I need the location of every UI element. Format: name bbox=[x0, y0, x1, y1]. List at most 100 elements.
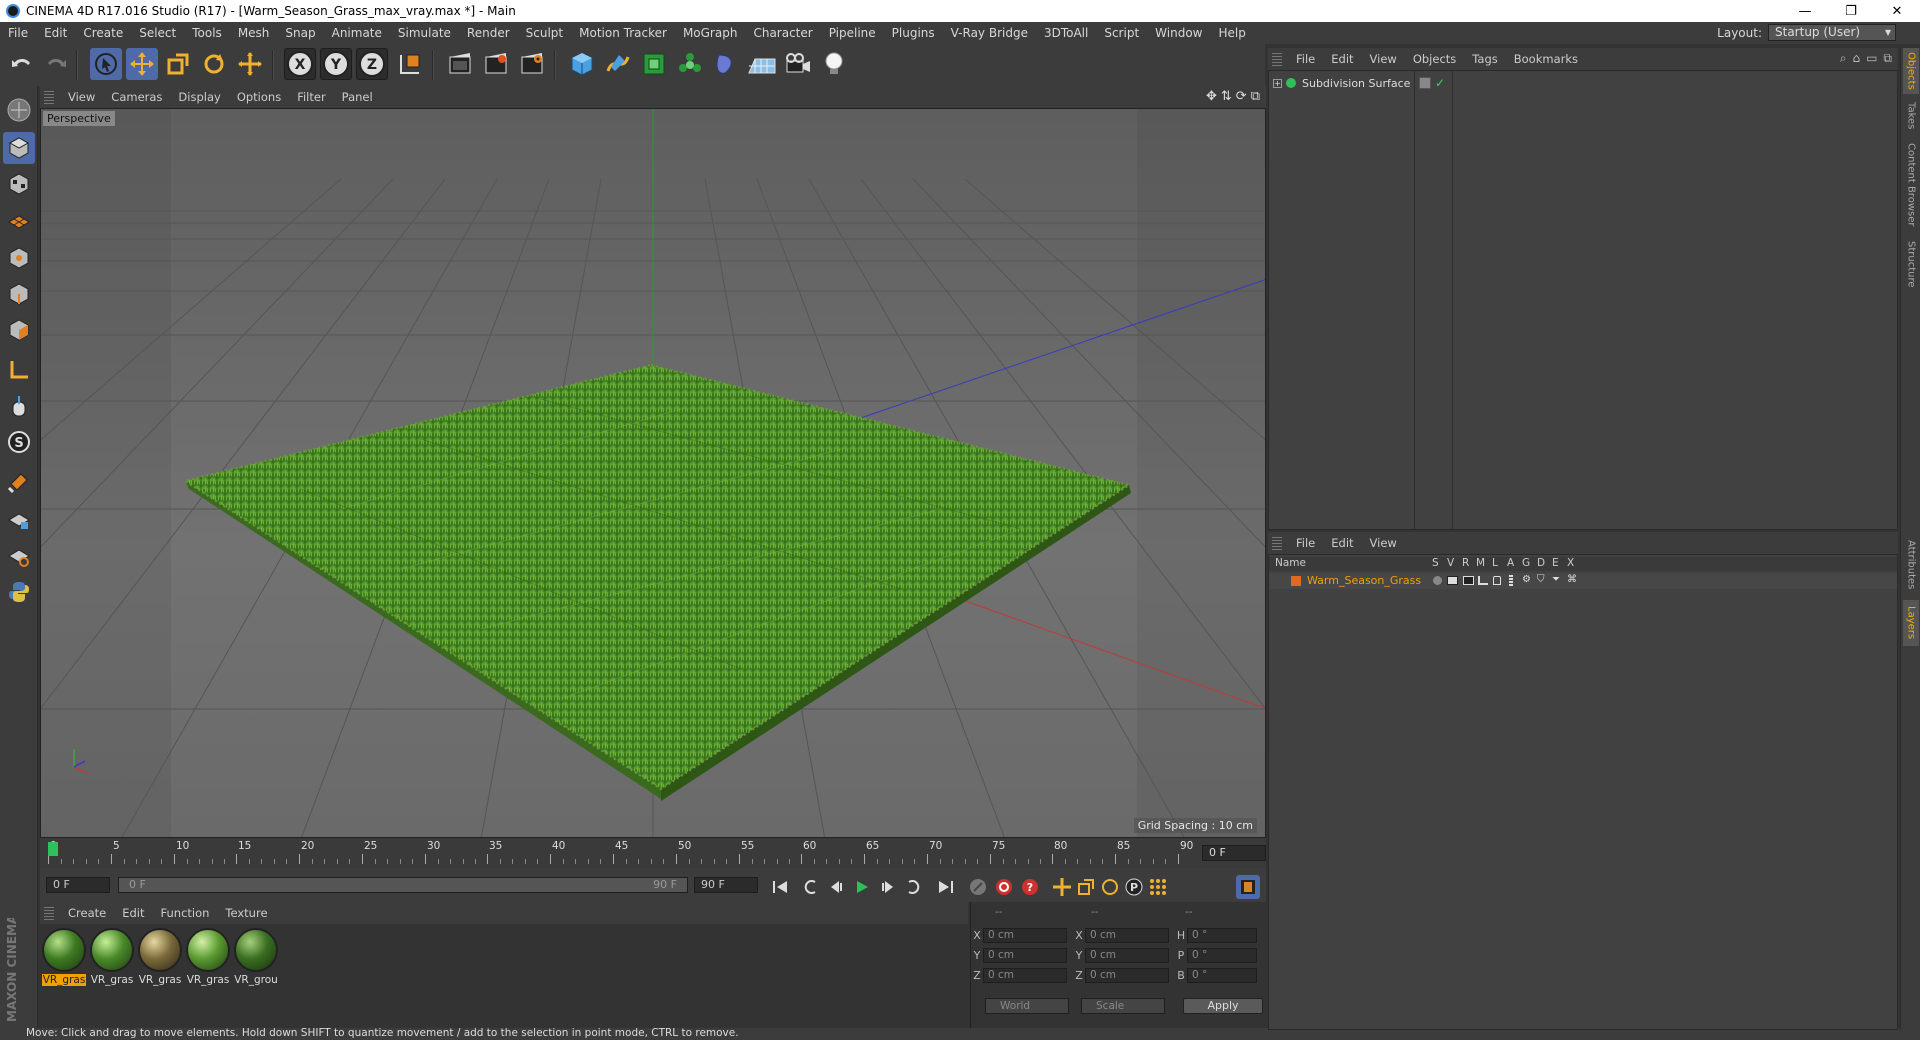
tab-takes[interactable]: Takes bbox=[1903, 96, 1919, 136]
x-axis-icon[interactable]: X bbox=[284, 48, 316, 80]
keyframe-selection-icon[interactable]: ? bbox=[1018, 875, 1042, 899]
close-button[interactable]: ✕ bbox=[1874, 0, 1920, 22]
tweak-mode-icon[interactable] bbox=[3, 390, 35, 422]
enabled-check-icon[interactable]: ✓ bbox=[1435, 76, 1445, 90]
layers-menu-file[interactable]: File bbox=[1288, 536, 1323, 550]
snapping-icon[interactable]: S bbox=[3, 426, 35, 458]
axis-mode-icon[interactable] bbox=[3, 354, 35, 386]
layer-xref-icon[interactable]: ⌘ bbox=[1567, 574, 1577, 585]
tab-content-browser[interactable]: Content Browser bbox=[1903, 140, 1919, 230]
record-keys-icon[interactable] bbox=[966, 875, 990, 899]
magnet-icon[interactable] bbox=[3, 466, 35, 498]
camera-icon[interactable] bbox=[782, 48, 814, 80]
timeline-layout-icon[interactable] bbox=[1236, 875, 1260, 899]
maximize-panel-icon[interactable]: ⧉ bbox=[1883, 51, 1892, 66]
scale-icon[interactable] bbox=[162, 48, 194, 80]
python-icon[interactable] bbox=[3, 576, 35, 608]
go-to-end-icon[interactable] bbox=[934, 875, 958, 899]
record-pla-icon[interactable] bbox=[1146, 875, 1170, 899]
size-mode-select[interactable]: Scale bbox=[1081, 998, 1165, 1014]
panel-grip-icon[interactable] bbox=[44, 906, 54, 920]
tab-objects[interactable]: Objects bbox=[1903, 48, 1919, 94]
menu-select[interactable]: Select bbox=[131, 26, 184, 40]
objects-menu-objects[interactable]: Objects bbox=[1405, 52, 1464, 66]
menu-script[interactable]: Script bbox=[1096, 26, 1147, 40]
undo-icon[interactable] bbox=[6, 48, 38, 80]
objects-menu-file[interactable]: File bbox=[1288, 52, 1323, 66]
y-axis-icon[interactable]: Y bbox=[320, 48, 352, 80]
record-position-icon[interactable] bbox=[1050, 875, 1074, 899]
zoom-view-icon[interactable]: ⇅ bbox=[1221, 89, 1232, 104]
rotation-p-field[interactable]: 0 ° bbox=[1187, 947, 1257, 963]
layer-col-deformers[interactable]: D bbox=[1537, 557, 1545, 569]
render-picture-viewer-icon[interactable] bbox=[480, 48, 512, 80]
edit-render-settings-icon[interactable] bbox=[516, 48, 548, 80]
position-y-field[interactable]: 0 cm bbox=[983, 947, 1067, 963]
position-x-field[interactable]: 0 cm bbox=[983, 927, 1067, 943]
play-forward-icon[interactable] bbox=[850, 875, 874, 899]
subdivision-icon[interactable] bbox=[638, 48, 670, 80]
material-swatch[interactable]: VR_gras bbox=[42, 928, 86, 986]
layer-animation-icon[interactable] bbox=[1509, 575, 1513, 586]
viewport-menu-display[interactable]: Display bbox=[170, 90, 228, 104]
menu-snap[interactable]: Snap bbox=[277, 26, 323, 40]
material-menu-texture[interactable]: Texture bbox=[217, 906, 275, 920]
material-swatch[interactable]: VR_grou bbox=[234, 928, 278, 986]
viewport-menu-cameras[interactable]: Cameras bbox=[103, 90, 170, 104]
menu-animate[interactable]: Animate bbox=[324, 26, 390, 40]
material-swatch[interactable]: VR_gras bbox=[90, 928, 134, 986]
visibility-toggle-icon[interactable] bbox=[1419, 77, 1431, 89]
floor-icon[interactable] bbox=[746, 48, 778, 80]
panel-grip-icon[interactable] bbox=[1272, 52, 1282, 66]
object-name[interactable]: Subdivision Surface bbox=[1302, 77, 1410, 90]
menu-vray-bridge[interactable]: V-Ray Bridge bbox=[943, 26, 1036, 40]
menu-help[interactable]: Help bbox=[1210, 26, 1253, 40]
locked-workplane-icon[interactable] bbox=[3, 504, 35, 536]
pan-view-icon[interactable]: ✥ bbox=[1206, 89, 1217, 104]
polygons-mode-icon[interactable] bbox=[3, 314, 35, 346]
layer-view-icon[interactable] bbox=[1447, 576, 1458, 585]
objects-menu-view[interactable]: View bbox=[1362, 52, 1405, 66]
coordinate-mode-select[interactable]: World bbox=[985, 998, 1069, 1014]
layer-col-xref[interactable]: X bbox=[1567, 557, 1574, 569]
rotate-view-icon[interactable]: ⟳ bbox=[1236, 89, 1247, 104]
start-frame-field[interactable]: 0 F bbox=[46, 877, 110, 893]
layer-col-name[interactable]: Name bbox=[1275, 557, 1306, 569]
layers-menu-edit[interactable]: Edit bbox=[1323, 536, 1361, 550]
expand-icon[interactable]: + bbox=[1273, 78, 1282, 88]
live-selection-icon[interactable] bbox=[90, 48, 122, 80]
menu-create[interactable]: Create bbox=[75, 26, 131, 40]
objects-menu-bookmarks[interactable]: Bookmarks bbox=[1506, 52, 1586, 66]
menu-simulate[interactable]: Simulate bbox=[390, 26, 459, 40]
layer-col-view[interactable]: V bbox=[1447, 557, 1454, 569]
material-menu-edit[interactable]: Edit bbox=[114, 906, 152, 920]
rotation-h-field[interactable]: 0 ° bbox=[1187, 927, 1257, 943]
menu-file[interactable]: File bbox=[0, 26, 36, 40]
planar-workplane-icon[interactable] bbox=[3, 540, 35, 572]
model-mode-icon[interactable] bbox=[3, 132, 35, 164]
current-frame-field[interactable]: 0 F bbox=[1202, 845, 1266, 861]
rotate-icon[interactable] bbox=[198, 48, 230, 80]
menu-3dtoall[interactable]: 3DToAll bbox=[1036, 26, 1096, 40]
playhead-marker[interactable] bbox=[48, 842, 58, 856]
menu-edit[interactable]: Edit bbox=[36, 26, 75, 40]
object-row[interactable]: + Subdivision Surface ✓ bbox=[1269, 75, 1897, 91]
end-frame-field[interactable]: 90 F bbox=[694, 877, 758, 893]
menu-tools[interactable]: Tools bbox=[184, 26, 230, 40]
layer-manager-icon[interactable] bbox=[1478, 576, 1488, 585]
menu-render[interactable]: Render bbox=[459, 26, 518, 40]
material-swatch[interactable]: VR_gras bbox=[186, 928, 230, 986]
layer-name[interactable]: Warm_Season_Grass bbox=[1307, 574, 1421, 587]
record-rotation-icon[interactable] bbox=[1098, 875, 1122, 899]
objects-menu-tags[interactable]: Tags bbox=[1464, 52, 1505, 66]
tab-layers[interactable]: Layers bbox=[1903, 600, 1919, 646]
cloner-icon[interactable] bbox=[674, 48, 706, 80]
menu-character[interactable]: Character bbox=[745, 26, 820, 40]
layer-solo-icon[interactable] bbox=[1433, 576, 1442, 585]
layer-expressions-icon[interactable]: ⏷ bbox=[1552, 574, 1560, 585]
maximize-view-icon[interactable]: ⧉ bbox=[1251, 89, 1260, 104]
layer-lock-icon[interactable] bbox=[1493, 576, 1501, 585]
record-parameter-icon[interactable]: P bbox=[1122, 875, 1146, 899]
menu-sculpt[interactable]: Sculpt bbox=[518, 26, 571, 40]
menu-motion-tracker[interactable]: Motion Tracker bbox=[571, 26, 675, 40]
